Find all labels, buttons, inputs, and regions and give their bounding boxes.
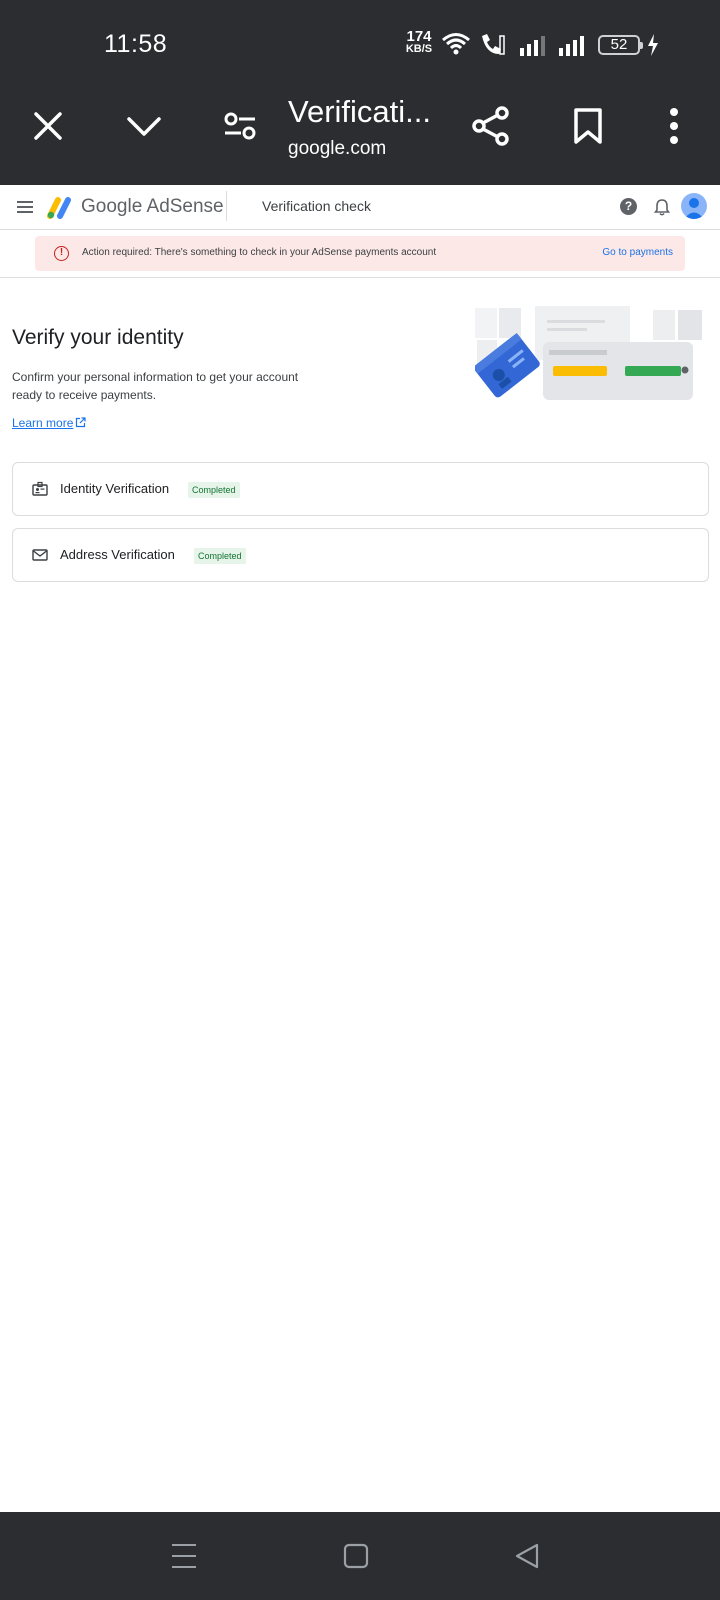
avatar[interactable]	[681, 193, 707, 219]
bookmark-icon	[574, 108, 602, 144]
minimize-button[interactable]	[124, 106, 164, 146]
open-in-new-icon[interactable]	[75, 417, 86, 428]
adsense-header: Google AdSense Verification check ?	[0, 185, 720, 230]
user-icon	[684, 198, 704, 219]
tune-icon	[224, 112, 256, 140]
battery-indicator: 52	[598, 35, 643, 55]
divider	[0, 277, 720, 278]
net-speed-value: 174	[406, 28, 432, 45]
status-badge: Completed	[188, 482, 240, 498]
signal-icon	[559, 34, 589, 61]
header-divider	[226, 191, 227, 221]
tab-title[interactable]: Verificati...	[288, 94, 431, 130]
charging-icon	[646, 34, 660, 61]
chevron-down-icon	[127, 117, 161, 136]
home-icon[interactable]	[340, 1540, 372, 1572]
system-nav-bar	[0, 1512, 720, 1600]
page-title: Verify your identity	[12, 326, 184, 349]
notifications-bell-icon[interactable]	[654, 198, 670, 216]
recent-apps-icon[interactable]	[168, 1540, 200, 1572]
error-icon: !	[54, 246, 69, 261]
browser-chrome: 11:58 174 KB/S 52 Verificati... google.c…	[0, 0, 720, 185]
alert-text: Action required: There's something to ch…	[82, 247, 437, 258]
address-verification-card[interactable]: Address Verification Completed	[12, 528, 709, 582]
adsense-logo-icon[interactable]	[47, 195, 73, 219]
close-tab-button[interactable]	[28, 106, 68, 146]
mail-icon	[32, 549, 48, 561]
menu-icon[interactable]	[16, 198, 34, 216]
page-heading: Verification check	[262, 198, 371, 214]
signal-icon	[520, 34, 550, 61]
learn-more-link[interactable]: Learn more	[12, 416, 73, 430]
status-badge: Completed	[194, 548, 246, 564]
more-vert-icon	[670, 108, 678, 144]
net-speed-unit: KB/S	[405, 43, 433, 55]
identity-verification-label: Identity Verification	[60, 481, 170, 496]
share-icon	[472, 106, 509, 146]
verification-illustration	[475, 306, 702, 400]
site-settings-button[interactable]	[220, 106, 260, 146]
more-options-button[interactable]	[654, 106, 694, 146]
share-button[interactable]	[471, 106, 511, 146]
address-verification-label: Address Verification	[60, 547, 175, 562]
brand-google: Google	[81, 196, 143, 217]
action-required-banner: ! Action required: There's something to …	[35, 236, 685, 271]
go-to-payments-link[interactable]: Go to payments	[583, 247, 673, 258]
tab-url[interactable]: google.com	[288, 138, 386, 160]
identity-verification-card[interactable]: Identity Verification Completed	[12, 462, 709, 516]
page-description: Confirm your personal information to get…	[12, 370, 299, 402]
net-speed: 174 KB/S	[403, 28, 435, 56]
status-time: 11:58	[104, 30, 168, 58]
brand-name[interactable]: Google AdSense	[81, 196, 224, 218]
wifi-icon	[441, 30, 471, 63]
close-icon	[34, 112, 62, 140]
back-icon[interactable]	[512, 1540, 544, 1572]
help-icon[interactable]: ?	[620, 198, 637, 215]
wifi-calling-icon	[478, 30, 506, 63]
brand-product: AdSense	[146, 196, 224, 217]
bookmark-button[interactable]	[568, 106, 608, 146]
id-card-icon	[32, 481, 48, 496]
